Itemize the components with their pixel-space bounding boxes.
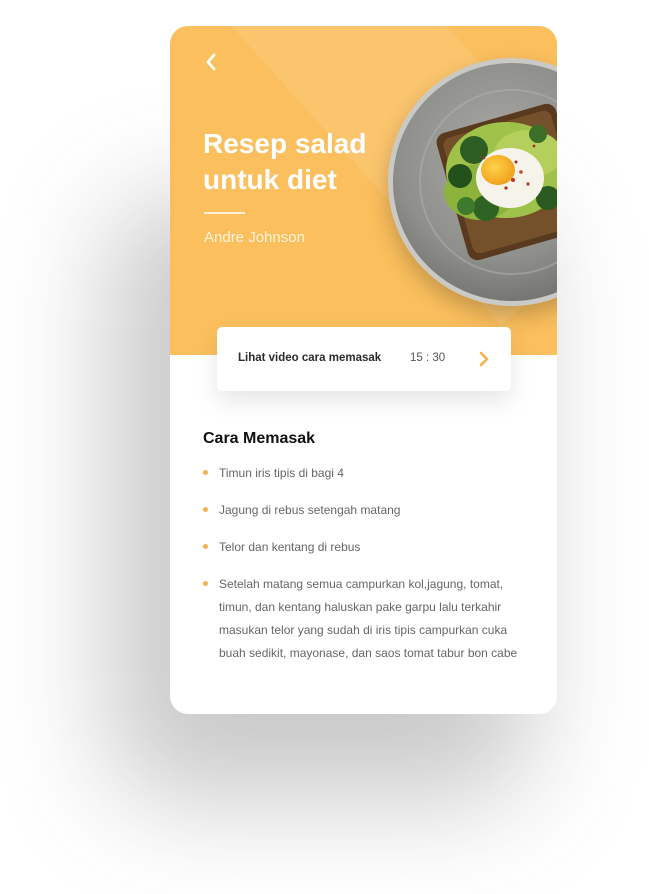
list-item: Telor dan kentang di rebus (203, 536, 533, 559)
step-text: Jagung di rebus setengah matang (219, 503, 401, 517)
step-text: Setelah matang semua campurkan kol,jagun… (219, 577, 518, 660)
list-item: Setelah matang semua campurkan kol,jagun… (203, 573, 533, 665)
step-text: Timun iris tipis di bagi 4 (219, 466, 344, 480)
title-divider (204, 212, 245, 214)
recipe-header: Resep salad untuk diet Andre Johnson (170, 26, 557, 355)
video-duration: 15 : 30 (410, 352, 446, 364)
stage: Resep salad untuk diet Andre Johnson Lih… (0, 0, 649, 894)
watch-video-button[interactable]: Lihat video cara memasak 15 : 30 (217, 327, 511, 391)
bullet-icon (203, 581, 208, 586)
chevron-left-icon (206, 53, 216, 71)
section-title: Cara Memasak (203, 430, 316, 447)
bullet-icon (203, 470, 208, 475)
steps-list: Timun iris tipis di bagi 4 Jagung di reb… (203, 462, 533, 679)
bullet-icon (203, 507, 208, 512)
bullet-icon (203, 544, 208, 549)
back-button[interactable] (200, 51, 222, 73)
video-label: Lihat video cara memasak (238, 352, 382, 364)
list-item: Jagung di rebus setengah matang (203, 499, 533, 522)
recipe-title: Resep salad untuk diet (203, 128, 367, 195)
step-text: Telor dan kentang di rebus (219, 540, 361, 554)
chevron-right-icon (477, 351, 491, 367)
author-name: Andre Johnson (204, 229, 305, 246)
list-item: Timun iris tipis di bagi 4 (203, 462, 533, 485)
